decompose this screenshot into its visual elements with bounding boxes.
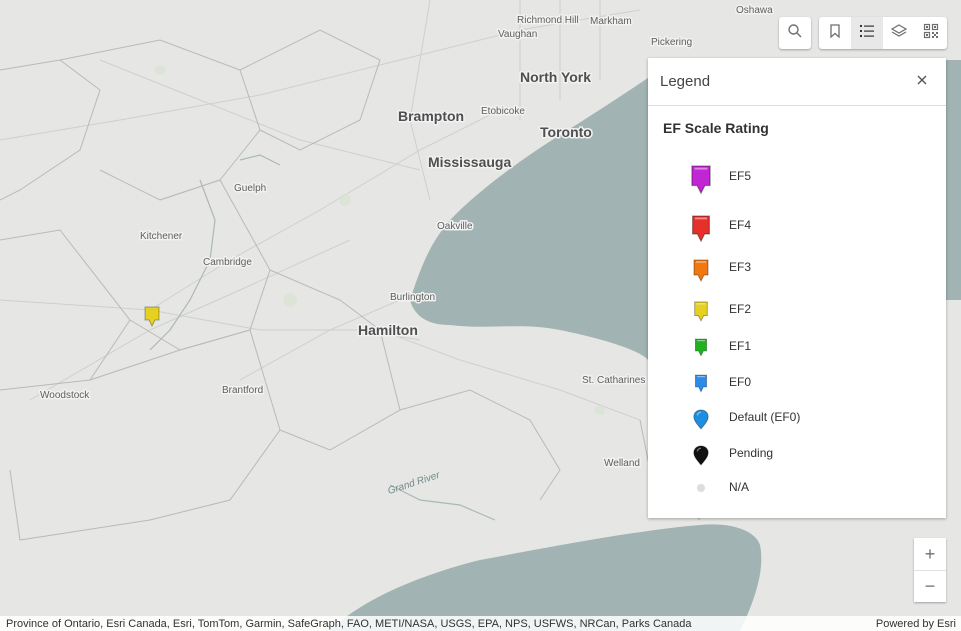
- bookmarks-button[interactable]: [819, 17, 851, 49]
- place-label: Hamilton: [358, 322, 418, 338]
- bookmark-icon: [827, 23, 843, 44]
- legend-label: EF4: [729, 218, 752, 232]
- layers-button[interactable]: [883, 17, 915, 49]
- place-label: Kitchener: [140, 231, 183, 242]
- legend-symbol-n-a: [688, 476, 714, 492]
- qr-code-button[interactable]: [915, 17, 947, 49]
- attribution-bar: Province of Ontario, Esri Canada, Esri, …: [0, 616, 961, 631]
- legend-panel: Legend EF Scale Rating EF5 EF4 EF3 EF2 EF1 EF…: [648, 58, 946, 518]
- place-label: Markham: [590, 16, 632, 27]
- place-label: Vaughan: [498, 29, 537, 40]
- legend-symbol-ef1: [688, 337, 714, 357]
- zoom-controls: + −: [914, 538, 946, 602]
- attribution-sources: Province of Ontario, Esri Canada, Esri, …: [6, 617, 692, 630]
- zoom-in-button[interactable]: +: [914, 538, 946, 570]
- legend-label: N/A: [729, 480, 750, 494]
- place-label: Oshawa: [736, 5, 773, 16]
- legend-layer-title: EF Scale Rating: [663, 120, 769, 136]
- place-label: Cambridge: [203, 257, 252, 268]
- close-icon: [916, 73, 928, 91]
- legend-label: Default (EF0): [729, 410, 801, 424]
- legend-symbol-ef3: [688, 258, 714, 282]
- legend-symbol-ef4: [688, 213, 714, 243]
- legend-label: EF3: [729, 260, 752, 274]
- lake-ontario-east: [946, 60, 961, 300]
- powered-by-esri[interactable]: Powered by Esri: [876, 618, 956, 630]
- legend-header: Legend: [648, 58, 946, 106]
- legend-button[interactable]: [851, 17, 883, 49]
- legend-list-icon: [859, 23, 875, 44]
- place-label: North York: [520, 69, 591, 85]
- legend-symbol-ef0: [688, 373, 714, 393]
- place-label: Woodstock: [40, 390, 90, 401]
- legend-symbol-default-ef0: [688, 408, 714, 430]
- place-label: Welland: [604, 458, 640, 469]
- place-label: Richmond Hill: [517, 15, 579, 26]
- zoom-out-button[interactable]: −: [914, 570, 946, 602]
- place-label: Burlington: [390, 292, 435, 303]
- legend-label: EF5: [729, 169, 752, 183]
- legend-label: EF0: [729, 375, 752, 389]
- widget-toolbar: [819, 17, 947, 49]
- place-label: Brantford: [222, 385, 263, 396]
- search-button[interactable]: [779, 17, 811, 49]
- place-label: Brampton: [398, 108, 464, 124]
- place-label: Guelph: [234, 183, 266, 194]
- legend-label: EF2: [729, 302, 752, 316]
- legend-symbol-ef5: [688, 163, 714, 195]
- place-label: Etobicoke: [481, 106, 525, 117]
- place-label: Oakville: [437, 221, 473, 232]
- legend-label: EF1: [729, 339, 752, 353]
- legend-symbol-pending: [688, 444, 714, 466]
- search-icon: [787, 23, 803, 44]
- place-label: St. Catharines: [582, 375, 645, 386]
- legend-label: Pending: [729, 446, 774, 460]
- layers-icon: [890, 23, 908, 44]
- legend-title: Legend: [660, 73, 711, 90]
- close-legend-button[interactable]: [910, 70, 934, 94]
- place-label: Mississauga: [428, 154, 511, 170]
- qr-code-icon: [923, 23, 939, 44]
- place-label: Pickering: [651, 37, 692, 48]
- legend-symbol-ef2: [688, 300, 714, 322]
- place-label: Toronto: [540, 124, 592, 140]
